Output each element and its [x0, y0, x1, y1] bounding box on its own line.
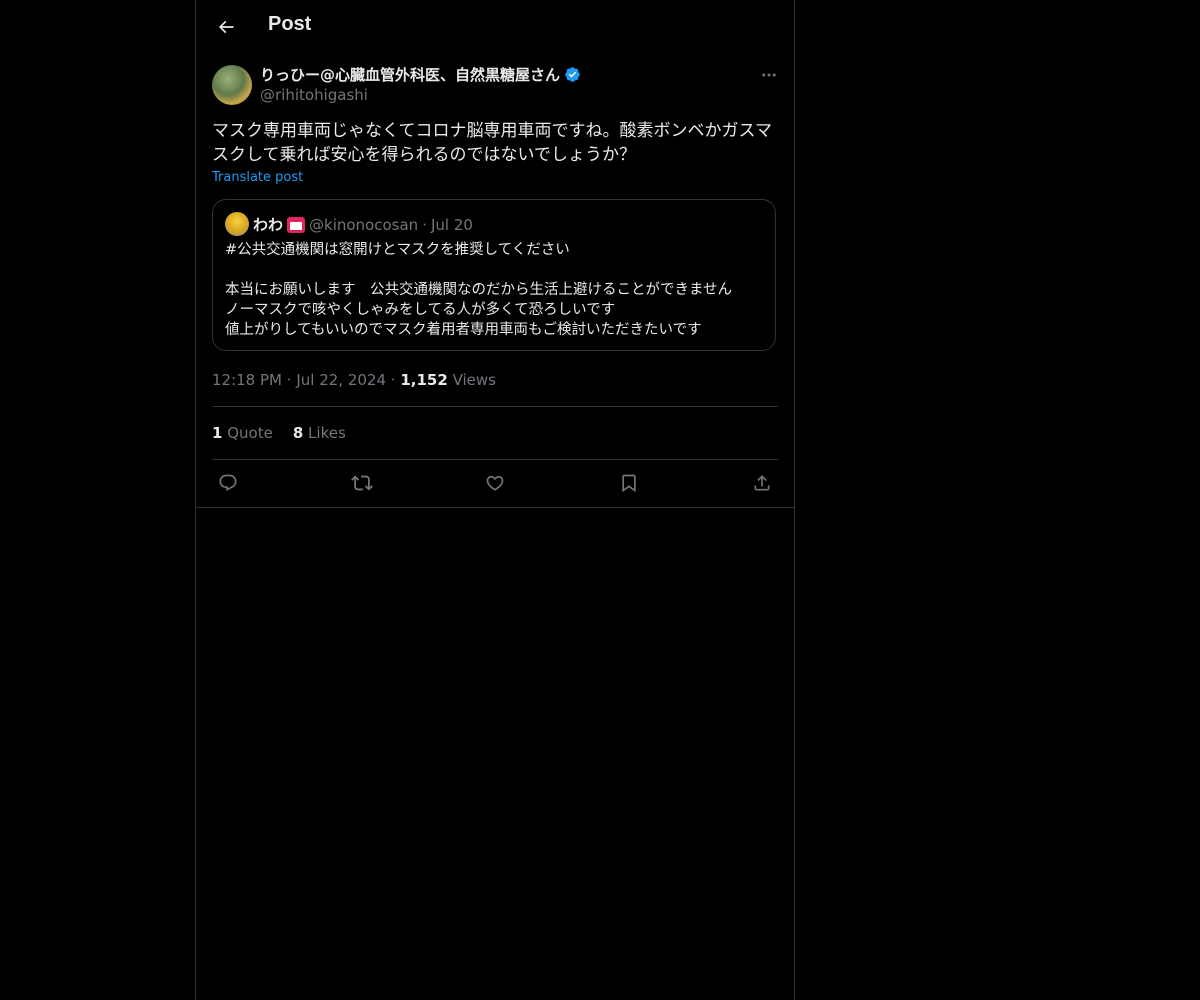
post-text: マスク専用車両じゃなくてコロナ脳専用車両ですね。酸素ボンベかガスマスクして乗れば…: [212, 121, 772, 165]
divider: [196, 507, 794, 508]
calendar-emoji-icon: [287, 216, 306, 233]
quoted-avatar: [225, 212, 249, 236]
author-name[interactable]: りっひー@心臓血管外科医、自然黒糖屋さん: [260, 64, 560, 85]
quotes-label: Quote: [227, 424, 273, 442]
quoted-date: Jul 20: [430, 215, 473, 234]
quoted-separator: ·: [422, 215, 427, 234]
quotes-count: 1: [212, 424, 223, 442]
post-meta: 12:18 PM · Jul 22, 2024 · 1,152 Views: [212, 371, 496, 389]
quoted-name: わわ: [253, 216, 284, 234]
back-button[interactable]: [212, 13, 240, 41]
author-avatar[interactable]: [212, 65, 252, 105]
like-button[interactable]: [479, 470, 511, 496]
post-column: Post りっひー@心臓血管外科医、自然黒糖屋さん @rihitohigashi…: [195, 0, 795, 1000]
views-count: 1,152: [400, 371, 448, 389]
meta-separator: ·: [286, 371, 292, 389]
quoted-header: わわ @kinonocosan · Jul 20: [253, 214, 473, 235]
engagement-stats: 1 Quote 8 Likes: [212, 424, 346, 442]
share-icon: [754, 475, 770, 491]
divider: [212, 459, 778, 460]
post-time[interactable]: 12:18 PM: [212, 371, 282, 389]
quoted-text: #公共交通機関は窓開けとマスクを推奨してください 本当にお願いします 公共交通機…: [225, 242, 733, 338]
heart-icon: [486, 475, 504, 491]
page-header: Post: [196, 0, 794, 54]
quoted-handle: @kinonocosan: [309, 215, 419, 234]
reply-button[interactable]: [212, 470, 244, 496]
action-bar: [212, 470, 778, 496]
repost-button[interactable]: [346, 470, 378, 496]
views-label: Views: [452, 371, 496, 389]
bookmark-icon: [621, 474, 636, 493]
more-horizontal-icon: [762, 73, 776, 77]
post-date[interactable]: Jul 22, 2024: [296, 371, 386, 389]
reply-icon: [219, 474, 237, 492]
author-name-row[interactable]: りっひー@心臓血管外科医、自然黒糖屋さん: [260, 64, 581, 85]
share-button[interactable]: [746, 470, 778, 496]
repost-icon: [350, 475, 373, 491]
quotes-stat[interactable]: 1 Quote: [212, 424, 273, 442]
quoted-post[interactable]: わわ @kinonocosan · Jul 20 #公共交通機関は窓開けとマスク…: [212, 199, 776, 351]
divider: [212, 406, 778, 407]
likes-count: 8: [292, 424, 304, 442]
author-handle[interactable]: @rihitohigashi: [260, 86, 368, 104]
page-title: Post: [268, 13, 312, 35]
arrow-left-icon: [218, 20, 234, 34]
more-button[interactable]: [758, 66, 780, 84]
likes-stat[interactable]: 8 Likes: [293, 424, 346, 442]
bookmark-button[interactable]: [613, 470, 645, 496]
likes-label: Likes: [308, 424, 346, 442]
translate-post-link[interactable]: Translate post: [212, 170, 303, 185]
verified-badge-icon: [565, 67, 580, 82]
meta-separator: ·: [390, 371, 396, 389]
